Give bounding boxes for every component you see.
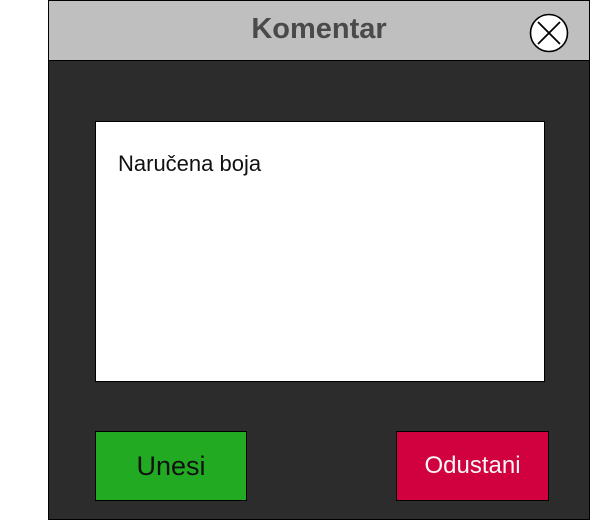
close-icon: [529, 13, 569, 53]
close-button[interactable]: [529, 13, 569, 53]
comment-textarea[interactable]: Naručena boja: [95, 121, 545, 382]
comment-dialog: Komentar Naručena boja Unesi Odustani: [48, 0, 590, 520]
cancel-button-label: Odustani: [424, 452, 521, 479]
dialog-titlebar: Komentar: [49, 1, 589, 61]
submit-button-label: Unesi: [136, 450, 206, 481]
dialog-title: Komentar: [251, 13, 387, 45]
comment-text: Naručena boja: [118, 151, 262, 176]
cancel-button[interactable]: Odustani: [396, 431, 549, 501]
submit-button[interactable]: Unesi: [95, 431, 247, 501]
